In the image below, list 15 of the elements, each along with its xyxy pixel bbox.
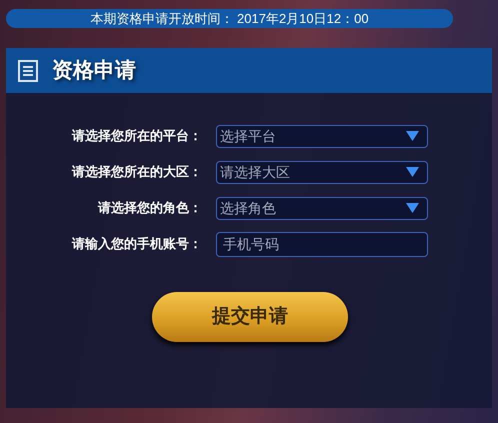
caret-icon: [406, 167, 419, 177]
dropdown-select[interactable]: 选择角色: [216, 196, 428, 220]
caret-icon: [406, 131, 419, 141]
submit-button[interactable]: 提交申请: [152, 292, 348, 342]
dropdown-select[interactable]: 选择平台: [216, 124, 428, 148]
field-label: 请输入您的手机账号：: [70, 235, 203, 254]
panel-title: 资格申请: [52, 58, 136, 84]
document-icon: [18, 60, 38, 82]
notice-bar: 本期资格申请开放时间： 2017年2月10日12：00: [6, 9, 453, 28]
phone-input-field[interactable]: 手机号码: [216, 232, 428, 256]
field-label: 请选择您的角色：: [96, 199, 203, 218]
caret-icon: [406, 203, 419, 213]
field-label: 请选择您所在的平台：: [70, 127, 203, 146]
dropdown-select[interactable]: 请选择大区: [216, 160, 428, 184]
field-label: 请选择您所在的大区：: [70, 163, 203, 182]
